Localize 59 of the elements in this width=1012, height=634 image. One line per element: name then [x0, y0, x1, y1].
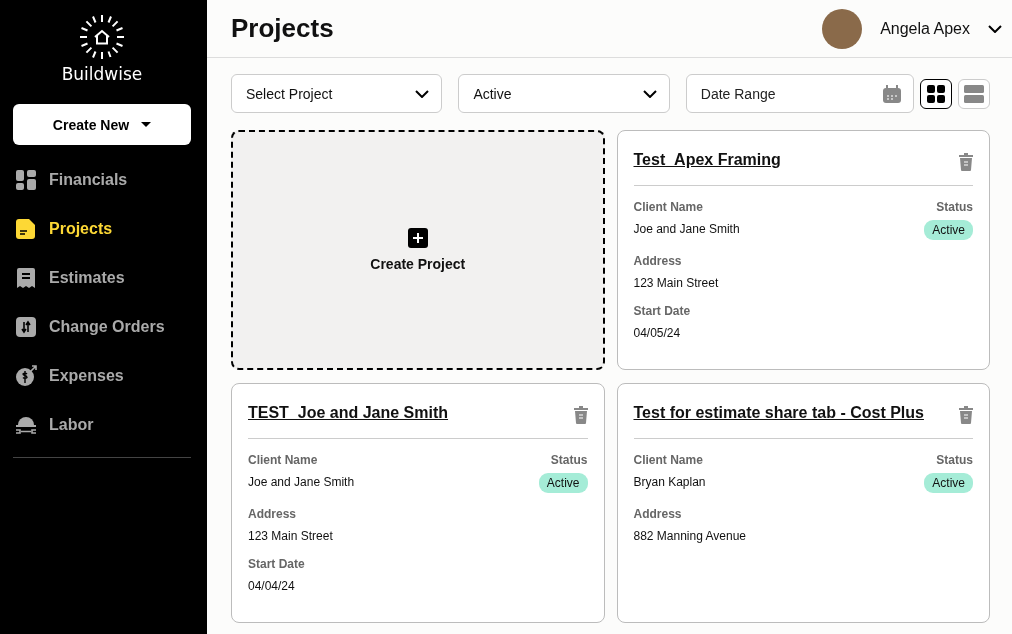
- status-select[interactable]: Active: [458, 74, 670, 113]
- caret-icon: [141, 121, 152, 128]
- field-label: Start Date: [633, 304, 691, 318]
- project-title-link[interactable]: TEST_Joe and Jane Smith: [248, 400, 449, 422]
- document-icon: [16, 218, 36, 239]
- status-label: Status: [936, 453, 973, 467]
- status-badge: Active: [538, 473, 588, 493]
- field-value: Joe and Jane Smith: [633, 222, 740, 236]
- avatar[interactable]: [822, 8, 863, 49]
- field-label: Client Name: [633, 453, 704, 467]
- project-title-link[interactable]: Test_Apex Framing: [633, 147, 781, 169]
- field-label: Start Date: [248, 557, 305, 571]
- chevron-down-icon: [642, 89, 657, 98]
- field-value: 882 Manning Avenue: [633, 529, 747, 543]
- receipt-icon: [17, 267, 35, 288]
- list-view-icon: [964, 84, 984, 103]
- nav-item[interactable]: Expenses: [13, 351, 191, 400]
- status-badge: Active: [924, 220, 973, 240]
- status-label: Status: [936, 200, 973, 214]
- status-badge: Active: [924, 473, 973, 493]
- nav-item[interactable]: Financials: [13, 155, 191, 204]
- field-value: Bryan Kaplan: [633, 475, 706, 489]
- create-new-button[interactable]: Create New: [13, 104, 191, 145]
- project-select[interactable]: Select Project: [231, 74, 443, 113]
- brand-name: Buildwise: [61, 64, 143, 84]
- field-label: Client Name: [633, 200, 704, 214]
- create-project-tile[interactable]: Create Project: [231, 130, 605, 370]
- nav-item[interactable]: Labor: [13, 400, 191, 449]
- sun-house-logo-icon: [79, 14, 125, 60]
- view-toggle-button[interactable]: [920, 78, 952, 109]
- field-value: Joe and Jane Smith: [248, 475, 355, 489]
- project-title-link[interactable]: Test for estimate share tab - Cost Plus: [633, 400, 924, 422]
- field-label: Address: [633, 254, 683, 268]
- swap-arrows-icon: [16, 316, 36, 337]
- chevron-down-icon: [415, 89, 430, 98]
- field-value: 123 Main Street: [248, 529, 333, 543]
- user-name[interactable]: Angela Apex: [880, 19, 970, 38]
- page-title: Projects: [231, 13, 335, 44]
- calendar-icon: [883, 84, 901, 103]
- date-range-field[interactable]: Date Range: [685, 74, 914, 113]
- grid-view-icon: [927, 84, 945, 103]
- status-label: Status: [550, 453, 588, 467]
- field-value: 04/04/24: [248, 579, 296, 593]
- field-value: 123 Main Street: [633, 276, 719, 290]
- field-label: Address: [248, 507, 298, 521]
- grid-icon: [16, 169, 36, 190]
- trash-icon[interactable]: [959, 153, 973, 171]
- nav-item[interactable]: Estimates: [13, 253, 191, 302]
- nav-item[interactable]: Projects: [13, 204, 191, 253]
- hardhat-wrench-icon: [15, 414, 37, 435]
- field-label: Address: [633, 507, 683, 521]
- dollar-coin-icon: [15, 364, 37, 387]
- field-value: 04/05/24: [633, 326, 682, 340]
- chevron-down-icon[interactable]: [988, 24, 1002, 33]
- field-label: Client Name: [248, 453, 319, 467]
- trash-icon[interactable]: [959, 406, 973, 424]
- plus-icon: [407, 228, 428, 248]
- nav-item[interactable]: Change Orders: [13, 302, 191, 351]
- trash-icon[interactable]: [573, 406, 588, 424]
